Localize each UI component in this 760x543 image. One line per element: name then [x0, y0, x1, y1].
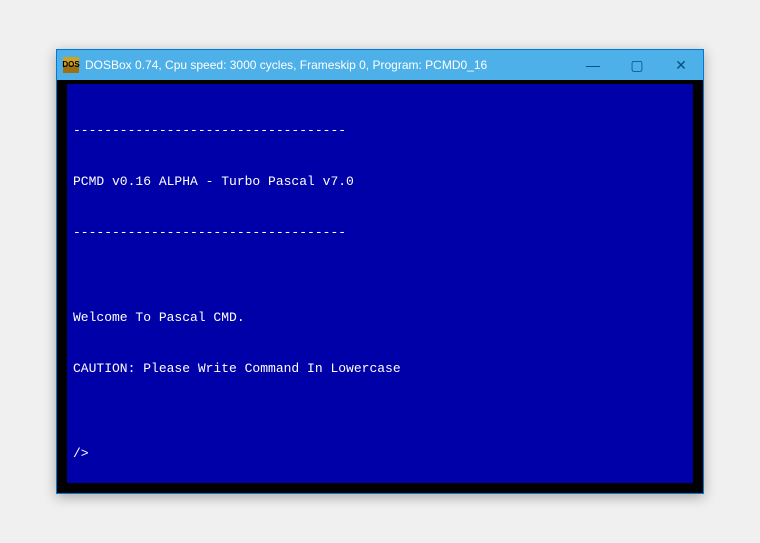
terminal-line: PCMD v0.16 ALPHA - Turbo Pascal v7.0	[73, 173, 687, 190]
maximize-icon: ▢	[630, 57, 643, 74]
window-controls: — ▢ ✕	[571, 50, 703, 80]
close-button[interactable]: ✕	[659, 50, 703, 80]
dosbox-icon: DOS	[63, 57, 79, 73]
terminal-prompt: />	[73, 445, 687, 462]
maximize-button[interactable]: ▢	[615, 50, 659, 80]
terminal-screen[interactable]: ----------------------------------- PCMD…	[57, 80, 703, 493]
terminal-line: Welcome To Pascal CMD.	[73, 309, 687, 326]
minimize-button[interactable]: —	[571, 50, 615, 80]
terminal-line: -----------------------------------	[73, 224, 687, 241]
minimize-icon: —	[586, 57, 600, 73]
terminal-line: -----------------------------------	[73, 122, 687, 139]
terminal-line: CAUTION: Please Write Command In Lowerca…	[73, 360, 687, 377]
close-icon: ✕	[675, 57, 687, 74]
titlebar-text: DOSBox 0.74, Cpu speed: 3000 cycles, Fra…	[85, 58, 571, 72]
dosbox-window: DOS DOSBox 0.74, Cpu speed: 3000 cycles,…	[56, 49, 704, 494]
titlebar[interactable]: DOS DOSBox 0.74, Cpu speed: 3000 cycles,…	[57, 50, 703, 80]
